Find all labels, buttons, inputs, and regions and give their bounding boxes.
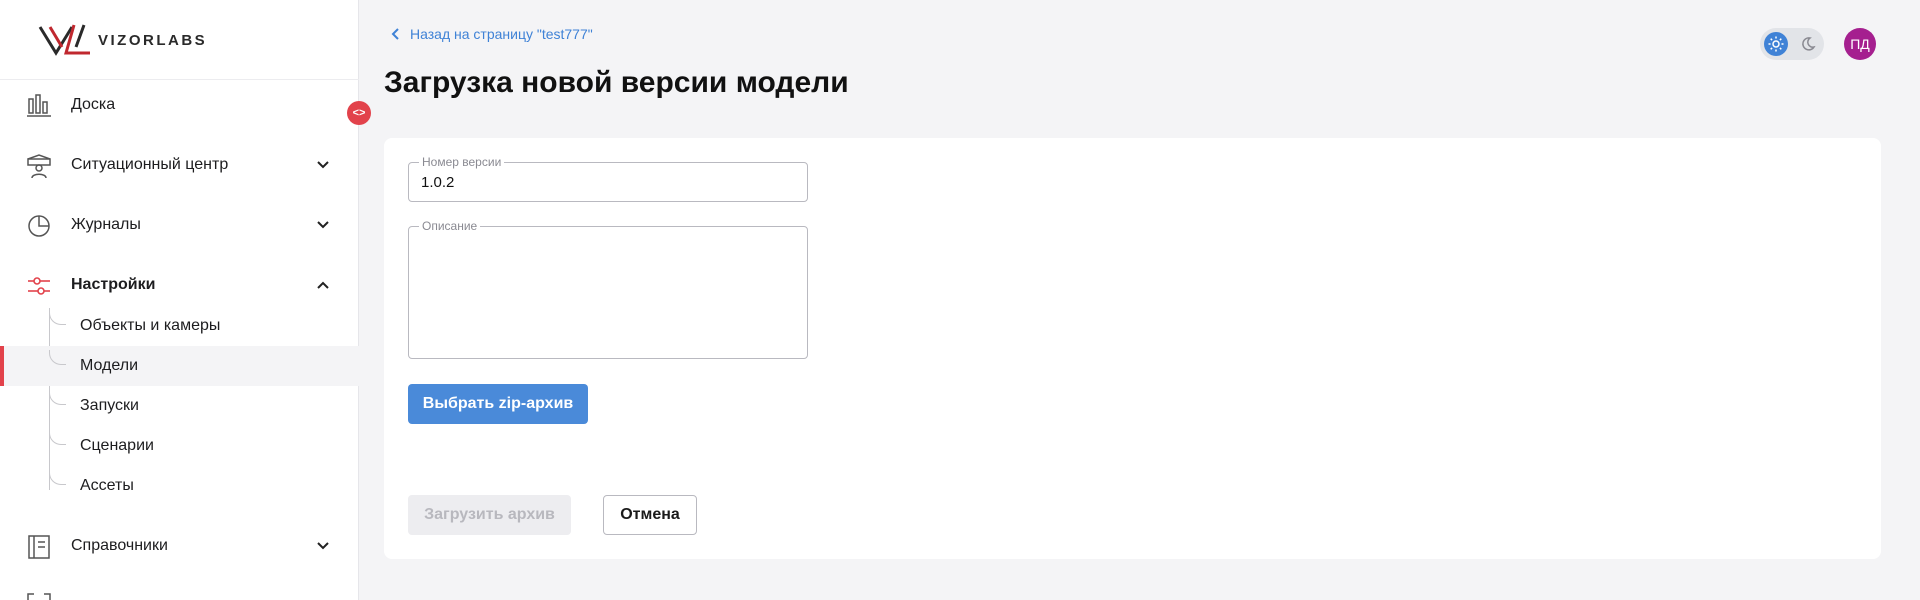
chevron-left-icon [391,28,399,40]
sidebar-item-dashboard[interactable]: Доска [0,85,359,125]
logo-text: VIZORLABS [98,31,208,49]
sidebar-subitem-assets[interactable]: Ассеты [0,466,359,506]
situation-center-icon [27,154,51,179]
sidebar: VIZORLABS Доска Ситуационный центр Журна… [0,0,359,600]
theme-toggle[interactable] [1760,28,1824,60]
sidebar-subitem-label: Объекты и камеры [80,317,221,334]
sidebar-item-label: Доска [71,96,116,113]
select-zip-button[interactable]: Выбрать zip-архив [408,384,588,424]
tree-branch [49,470,66,485]
chevron-up-icon[interactable] [316,278,330,292]
sidebar-subitem-label: Модели [80,357,139,374]
sidebar-subitem-scenarios[interactable]: Сценарии [0,426,359,466]
code-brackets-icon: <> [352,107,366,119]
dashboard-icon [27,94,51,117]
sidebar-item-journals[interactable]: Журналы [0,205,359,245]
sidebar-item-reference-books[interactable]: Справочники [0,526,359,566]
sidebar-item-settings[interactable]: Настройки [0,265,359,305]
reference-book-icon [28,535,50,559]
logo[interactable]: VIZORLABS [38,20,207,60]
sidebar-subitem-label: Запуски [80,397,139,414]
tree-branch [49,310,66,325]
upload-archive-button[interactable]: Загрузить архив [408,495,571,535]
sidebar-item-label: Справочники [71,537,168,554]
sidebar-collapse-button[interactable]: <> [347,101,371,125]
cancel-button[interactable]: Отмена [603,495,697,535]
vizorlabs-logo-icon [38,24,90,56]
sidebar-subitem-objects-cameras[interactable]: Объекты и камеры [0,306,359,346]
sidebar-item-label: Настройки [71,276,156,293]
tree-branch [49,430,66,445]
avatar[interactable]: ПД [1844,28,1876,60]
sidebar-item-situation-center[interactable]: Ситуационный центр [0,145,359,185]
tree-branch [49,350,66,365]
form-card: Номер версии Описание Выбрать zip-архив … [384,138,1881,559]
back-link[interactable]: Назад на страницу "test777" [390,26,593,42]
sidebar-item-label: Журналы [71,216,141,233]
page-title: Загрузка новой версии модели [384,66,849,99]
chevron-down-icon[interactable] [316,158,330,172]
divider [0,79,359,80]
sidebar-subitem-models[interactable]: Модели [0,346,359,386]
chevron-down-icon[interactable] [316,218,330,232]
sidebar-subitem-label: Сценарии [80,437,154,454]
version-input[interactable] [409,163,807,201]
sidebar-subitem-label: Ассеты [80,477,134,494]
journals-icon [28,215,50,237]
chevron-down-icon[interactable] [316,539,330,553]
version-field[interactable]: Номер версии [408,155,808,202]
settings-icon [28,277,50,295]
partial-nav-icon [27,593,51,600]
sidebar-subitem-runs[interactable]: Запуски [0,386,359,426]
back-link-label: Назад на страницу "test777" [410,26,593,42]
sidebar-item-label: Ситуационный центр [71,156,229,173]
sun-icon[interactable] [1764,32,1788,56]
description-textarea[interactable] [409,227,807,358]
tree-branch [49,390,66,405]
description-field[interactable]: Описание [408,219,808,359]
moon-icon[interactable] [1796,32,1820,56]
